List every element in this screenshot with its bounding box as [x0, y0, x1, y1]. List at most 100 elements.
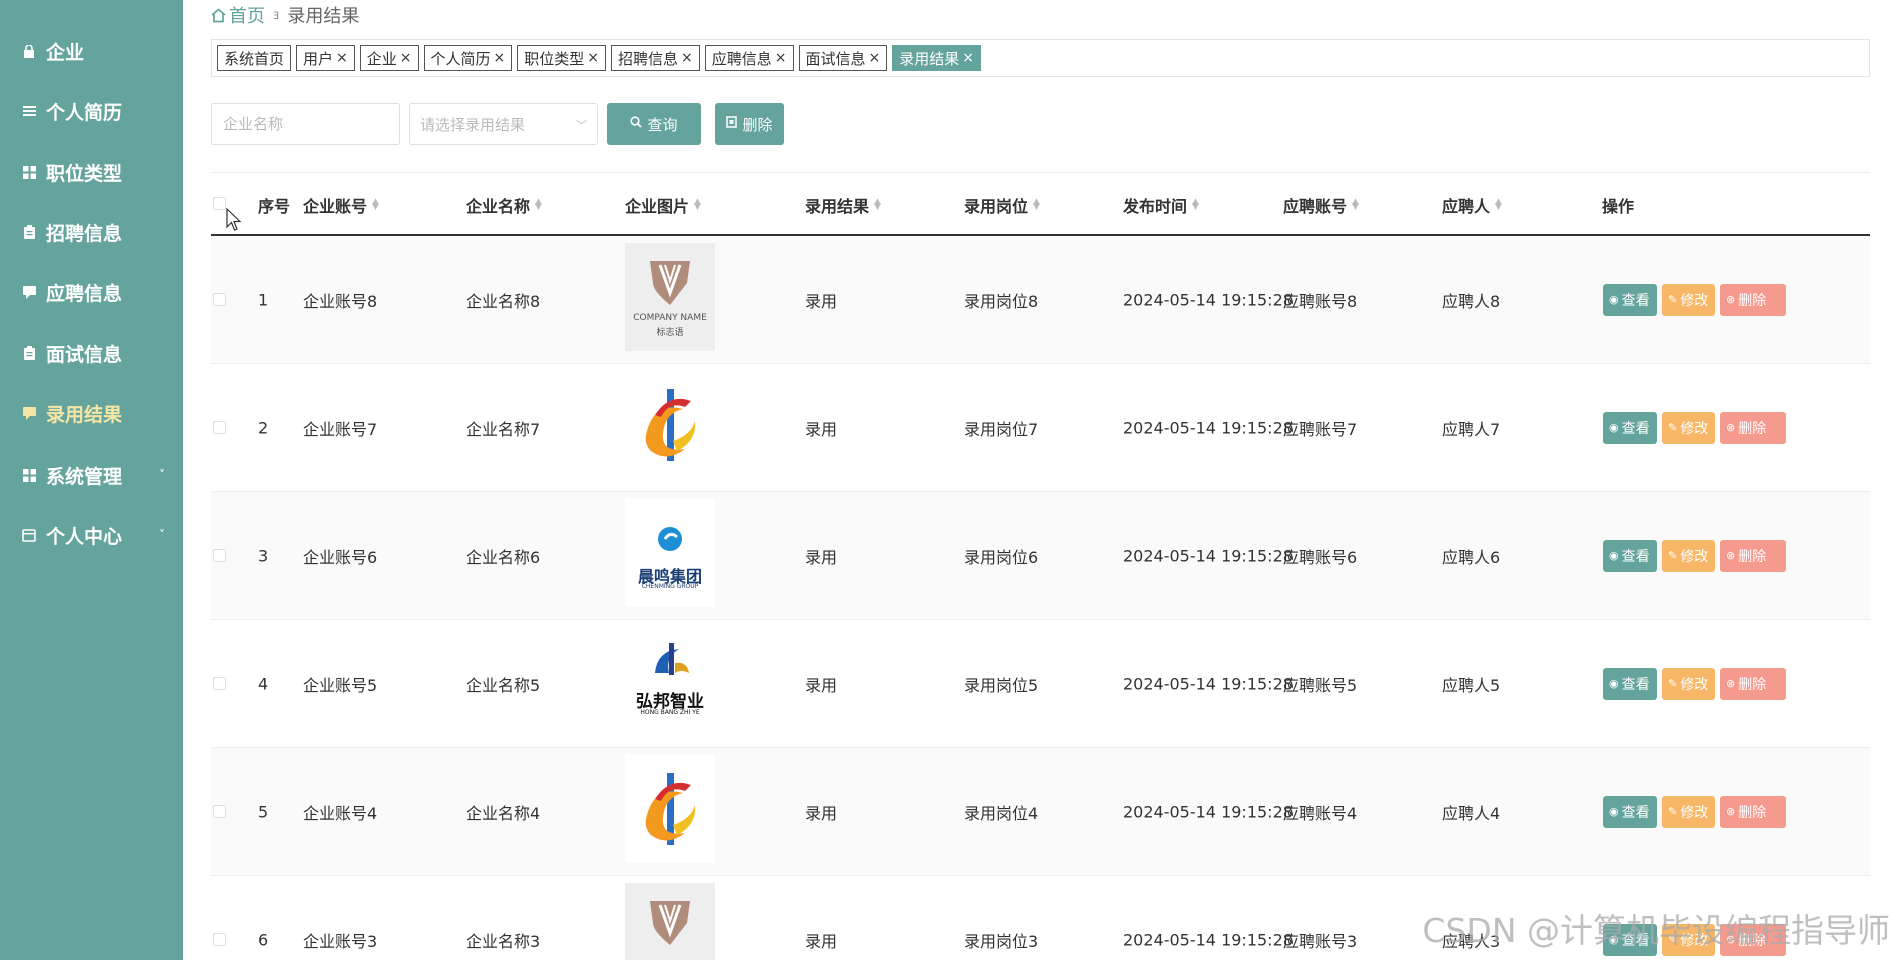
edit-button[interactable]: ✎ 修改	[1662, 411, 1715, 444]
tag-job-type[interactable]: 职位类型 ×	[517, 45, 607, 71]
row-checkbox[interactable]	[213, 805, 226, 818]
sidebar-item-interview[interactable]: 面试信息	[0, 330, 183, 376]
query-button[interactable]: 查询	[607, 103, 701, 145]
delete-button[interactable]: ⊗ 删除	[1720, 667, 1786, 700]
row-checkbox[interactable]	[213, 933, 226, 946]
batch-delete-button[interactable]: 删除	[715, 103, 784, 145]
row-checkbox[interactable]	[213, 421, 226, 434]
sort-icon[interactable]: ▲ ▼	[1352, 198, 1359, 212]
delete-button[interactable]: ⊗ 删除	[1720, 539, 1786, 572]
edit-icon: ✎	[1668, 549, 1678, 562]
cell-time: 2024-05-14 19:15:28	[1123, 290, 1293, 309]
cell-name: 企业名称4	[466, 803, 541, 823]
close-icon[interactable]: ×	[494, 50, 506, 66]
close-circle-icon: ⊗	[1726, 293, 1736, 306]
header-result[interactable]: 录用结果 ▲ ▼	[805, 193, 881, 217]
hiring-result-select[interactable]: 请选择录用结果 ﹀	[409, 103, 598, 145]
header-image[interactable]: 企业图片 ▲ ▼	[625, 193, 701, 217]
sidebar-item-profile[interactable]: 个人中心 ˅	[0, 512, 183, 558]
sort-icon[interactable]: ▲ ▼	[1495, 198, 1502, 212]
view-button[interactable]: ◉ 查看	[1603, 283, 1657, 316]
sort-icon[interactable]: ▲ ▼	[694, 198, 701, 212]
edit-button[interactable]: ✎ 修改	[1662, 539, 1715, 572]
logo-subtext: CHENMING GROUP	[641, 583, 699, 590]
select-all-checkbox[interactable]	[213, 197, 226, 210]
view-label: 查看	[1621, 292, 1650, 309]
tag-interview[interactable]: 面试信息 ×	[798, 45, 888, 71]
row-checkbox[interactable]	[213, 549, 226, 562]
sidebar-item-application[interactable]: 应聘信息	[0, 269, 183, 315]
table-header: 序号 企业账号 ▲ ▼ 企业名称 ▲ ▼ 企业图片 ▲ ▼ 录用结果 ▲ ▼ 录用岗位 ▲ ▼ 发布…	[211, 172, 1870, 236]
sidebar-item-recruitment[interactable]: 招聘信息	[0, 209, 183, 255]
close-icon[interactable]: ×	[400, 50, 412, 66]
company-logo	[625, 755, 715, 863]
breadcrumb-home[interactable]: 首页	[229, 2, 265, 28]
tag-application[interactable]: 应聘信息 ×	[704, 45, 794, 71]
delete-button[interactable]: ⊗ 删除	[1720, 283, 1786, 316]
cell-index: 5	[258, 802, 269, 821]
edit-icon: ✎	[1668, 805, 1678, 818]
view-button[interactable]: ◉ 查看	[1603, 539, 1657, 572]
tag-company[interactable]: 企业 ×	[359, 45, 419, 71]
tag-hiring-result[interactable]: 录用结果 ×	[892, 45, 982, 71]
edit-icon: ✎	[1668, 293, 1678, 306]
table-row: 1 企业账号8 企业名称8 COMPANY NAME 标志语 录用 录用岗位8 2…	[211, 236, 1870, 364]
tag-recruitment[interactable]: 招聘信息 ×	[611, 45, 700, 71]
row-checkbox[interactable]	[213, 677, 226, 690]
cell-account: 企业账号7	[303, 419, 378, 439]
list-icon	[22, 104, 36, 118]
header-applicant[interactable]: 应聘人 ▲ ▼	[1442, 193, 1502, 217]
header-position[interactable]: 录用岗位 ▲ ▼	[964, 193, 1040, 217]
cell-position: 录用岗位3	[964, 931, 1039, 951]
close-icon[interactable]: ×	[587, 50, 599, 66]
tag-home[interactable]: 系统首页	[217, 45, 292, 71]
sidebar-item-company[interactable]: 企业	[0, 28, 183, 74]
sidebar-item-hiring-result[interactable]: 录用结果	[0, 390, 183, 436]
cell-result: 录用	[805, 419, 838, 439]
sort-icon[interactable]: ▲ ▼	[372, 198, 379, 212]
flame-logo-icon	[645, 389, 696, 461]
delete-button[interactable]: ⊗ 删除	[1720, 411, 1786, 444]
cell-result: 录用	[805, 547, 838, 567]
breadcrumb: 首页 ⱻ 录用结果	[211, 2, 359, 28]
edit-icon: ✎	[1668, 421, 1678, 434]
sort-icon[interactable]: ▲ ▼	[874, 198, 881, 212]
close-icon[interactable]: ×	[681, 50, 693, 66]
header-label: 录用岗位	[964, 197, 1029, 216]
company-name-input[interactable]	[211, 103, 400, 145]
edit-button[interactable]: ✎ 修改	[1662, 667, 1715, 700]
sidebar-item-job-type[interactable]: 职位类型	[0, 149, 183, 195]
sort-icon[interactable]: ▲ ▼	[1192, 198, 1199, 212]
edit-button[interactable]: ✎ 修改	[1662, 795, 1715, 828]
close-icon[interactable]: ×	[962, 50, 974, 66]
delete-button[interactable]: ⊗ 删除	[1720, 795, 1786, 828]
tag-label: 面试信息	[805, 49, 866, 68]
comment-icon	[22, 285, 36, 299]
edit-button[interactable]: ✎ 修改	[1662, 283, 1715, 316]
header-applicant-account[interactable]: 应聘账号 ▲ ▼	[1283, 193, 1359, 217]
delete-label: 删除	[1738, 548, 1767, 565]
sort-icon[interactable]: ▲ ▼	[535, 198, 542, 212]
view-button[interactable]: ◉ 查看	[1603, 667, 1657, 700]
cell-applicant-account: 应聘账号3	[1283, 931, 1358, 951]
header-label: 发布时间	[1123, 197, 1188, 216]
header-account[interactable]: 企业账号 ▲ ▼	[303, 193, 379, 217]
row-actions: ◉ 查看 ✎ 修改 ⊗ 删除	[1603, 283, 1786, 316]
close-icon[interactable]: ×	[775, 50, 787, 66]
close-icon[interactable]: ×	[869, 50, 881, 66]
tag-resume[interactable]: 个人简历 ×	[423, 45, 513, 71]
sidebar-item-resume[interactable]: 个人简历	[0, 88, 183, 134]
view-button[interactable]: ◉ 查看	[1603, 411, 1657, 444]
sidebar-item-system[interactable]: 系统管理 ˅	[0, 452, 183, 498]
header-name[interactable]: 企业名称 ▲ ▼	[466, 193, 542, 217]
cell-name: 企业名称5	[466, 675, 541, 695]
header-time[interactable]: 发布时间 ▲ ▼	[1123, 193, 1199, 217]
view-button[interactable]: ◉ 查看	[1603, 795, 1657, 828]
sort-icon[interactable]: ▲ ▼	[1033, 198, 1040, 212]
cell-position: 录用岗位5	[964, 675, 1039, 695]
close-icon[interactable]: ×	[336, 50, 348, 66]
row-checkbox[interactable]	[213, 293, 226, 306]
tag-user[interactable]: 用户 ×	[296, 45, 355, 71]
header-label: 录用结果	[805, 197, 870, 216]
cell-time: 2024-05-14 19:15:28	[1123, 802, 1293, 821]
